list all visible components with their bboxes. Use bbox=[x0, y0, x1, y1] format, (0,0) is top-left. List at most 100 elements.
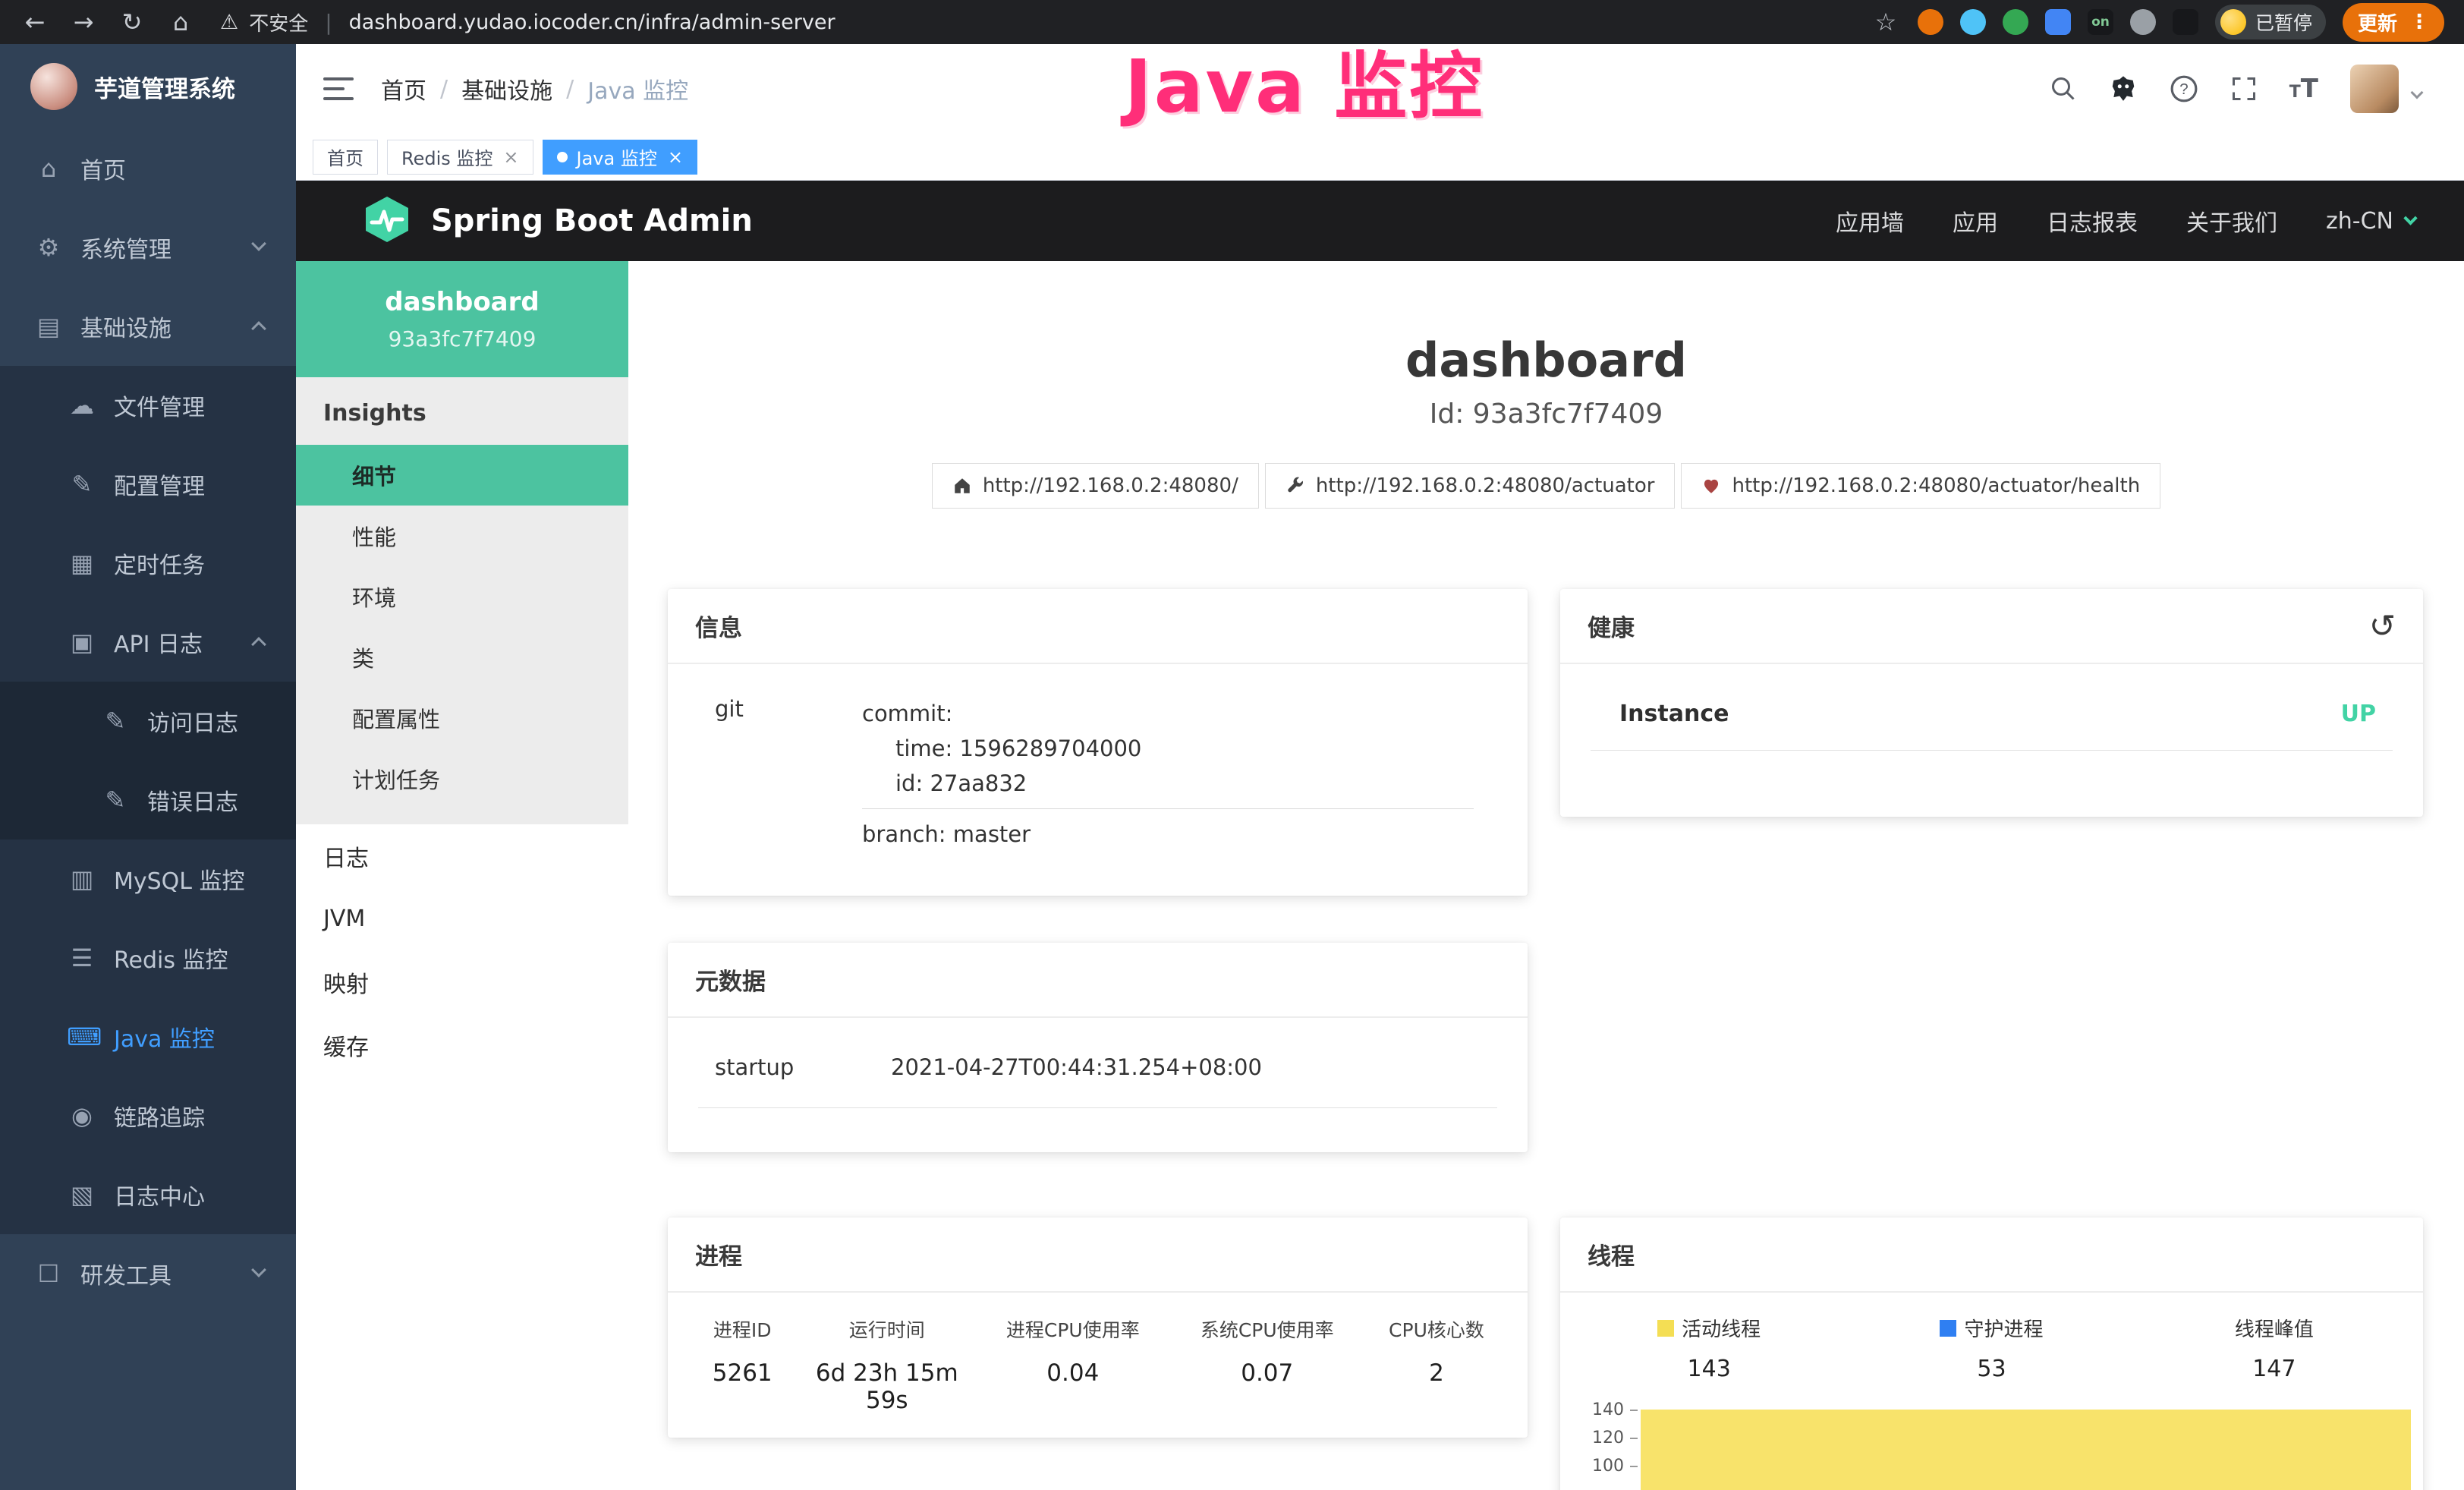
bookmark-star-icon[interactable]: ☆ bbox=[1871, 8, 1901, 36]
breadcrumb-separator: / bbox=[440, 76, 448, 102]
eye-icon: ◉ bbox=[67, 1101, 97, 1130]
address-bar[interactable]: ⚠ 不安全 | dashboard.yudao.iocoder.cn/infra… bbox=[220, 8, 835, 36]
extension-icon-on[interactable]: on bbox=[2088, 9, 2113, 35]
fullscreen-icon[interactable] bbox=[2230, 75, 2258, 102]
edit-icon: ✎ bbox=[67, 470, 97, 499]
home-icon[interactable]: ⌂ bbox=[165, 8, 196, 36]
search-icon[interactable] bbox=[2050, 75, 2077, 102]
health-card-header: 健康 ↺ bbox=[1560, 589, 2423, 664]
breadcrumb-home[interactable]: 首页 bbox=[381, 72, 426, 106]
sba-item-mappings[interactable]: 映射 bbox=[296, 950, 628, 1013]
sidebar-item-api-logs[interactable]: ▣ API 日志 bbox=[0, 603, 296, 682]
sba-nav-applications[interactable]: 应用 bbox=[1953, 204, 1998, 238]
sidebar-item-mysql-monitor[interactable]: ▥ MySQL 监控 bbox=[0, 840, 296, 918]
font-size-icon[interactable]: TT bbox=[2289, 74, 2318, 104]
git-branch: branch: master bbox=[862, 817, 1493, 852]
user-avatar[interactable] bbox=[2350, 65, 2399, 113]
col-value: 0.07 bbox=[1172, 1359, 1362, 1387]
tab-java-monitor[interactable]: Java 监控 × bbox=[543, 140, 697, 175]
sidebar-item-dev-tools[interactable]: ☐ 研发工具 bbox=[0, 1234, 296, 1313]
git-commit-label: commit: bbox=[862, 696, 1493, 731]
reload-icon[interactable]: ↻ bbox=[117, 8, 147, 36]
chevron-up-icon bbox=[251, 637, 266, 652]
sba-item-details[interactable]: 细节 bbox=[296, 445, 628, 506]
process-col-cpu-cores: CPU核心数 2 bbox=[1362, 1315, 1511, 1414]
breadcrumb: 首页 / 基础设施 / Java 监控 bbox=[381, 72, 688, 106]
instance-header[interactable]: dashboard 93a3fc7f7409 bbox=[296, 261, 628, 377]
sidebar-item-java-monitor[interactable]: ⌨ Java 监控 bbox=[0, 997, 296, 1076]
sidebar-item-log-center[interactable]: ▧ 日志中心 bbox=[0, 1155, 296, 1234]
tab-redis-monitor[interactable]: Redis 监控 × bbox=[387, 140, 533, 175]
insights-section-label: Insights bbox=[296, 377, 628, 445]
history-icon[interactable]: ↺ bbox=[2369, 610, 2396, 642]
legend-live-threads: 活动线程 143 bbox=[1568, 1314, 1850, 1382]
sidebar-item-label: 研发工具 bbox=[80, 1257, 172, 1290]
paused-label: 已暂停 bbox=[2255, 8, 2312, 36]
daemon-threads-swatch bbox=[1940, 1320, 1956, 1337]
help-icon[interactable]: ? bbox=[2170, 74, 2198, 103]
warning-icon: ⚠ bbox=[220, 11, 238, 34]
sba-nav-wallboard[interactable]: 应用墙 bbox=[1836, 204, 1904, 238]
sba-item-jvm[interactable]: JVM bbox=[296, 887, 628, 950]
profile-paused-badge[interactable]: 已暂停 bbox=[2215, 5, 2326, 39]
sba-item-performance[interactable]: 性能 bbox=[296, 506, 628, 566]
sba-item-environment[interactable]: 环境 bbox=[296, 566, 628, 627]
actuator-url-button[interactable]: http://192.168.0.2:48080/actuator bbox=[1265, 463, 1676, 509]
tab-home[interactable]: 首页 bbox=[313, 140, 378, 175]
info-key-git: git bbox=[703, 696, 862, 852]
service-url-button[interactable]: http://192.168.0.2:48080/ bbox=[932, 463, 1259, 509]
browser-update-button[interactable]: 更新 ⋮ bbox=[2343, 3, 2444, 42]
chevron-down-icon[interactable] bbox=[2411, 87, 2424, 99]
svg-text:?: ? bbox=[2179, 80, 2188, 98]
extension-icon-1[interactable] bbox=[1918, 9, 1943, 35]
sidebar-item-infrastructure[interactable]: ▤ 基础设施 bbox=[0, 287, 296, 366]
sba-item-caches[interactable]: 缓存 bbox=[296, 1013, 628, 1076]
instance-id: 93a3fc7f7409 bbox=[389, 326, 537, 351]
col-value: 0.04 bbox=[974, 1359, 1172, 1387]
col-value: 5261 bbox=[684, 1359, 800, 1387]
tags-view-bar: 首页 Redis 监控 × Java 监控 × bbox=[296, 134, 2464, 181]
sba-item-config-props[interactable]: 配置属性 bbox=[296, 688, 628, 748]
sidebar-item-tracing[interactable]: ◉ 链路追踪 bbox=[0, 1076, 296, 1155]
col-value: 6d 23h 15m 59s bbox=[800, 1359, 974, 1414]
sidebar-item-scheduled-tasks[interactable]: ▦ 定时任务 bbox=[0, 524, 296, 603]
extension-icon-4[interactable] bbox=[2045, 9, 2071, 35]
metadata-card: 元数据 startup 2021-04-27T00:44:31.254+08:0… bbox=[668, 943, 1528, 1152]
url-text[interactable]: dashboard.yudao.iocoder.cn/infra/admin-s… bbox=[349, 11, 835, 34]
sba-nav-about[interactable]: 关于我们 bbox=[2186, 204, 2277, 238]
extension-icon-3[interactable] bbox=[2003, 9, 2028, 35]
sba-item-classes[interactable]: 类 bbox=[296, 627, 628, 688]
extension-icon-5[interactable] bbox=[2130, 9, 2156, 35]
back-icon[interactable]: ← bbox=[20, 8, 50, 36]
forward-icon[interactable]: → bbox=[68, 8, 99, 36]
process-table: 进程ID 5261 运行时间 6d 23h 15m 59s 进程CPU使用率 0… bbox=[668, 1293, 1528, 1414]
health-url-button[interactable]: http://192.168.0.2:48080/actuator/health bbox=[1681, 463, 2160, 509]
sidebar-item-file-management[interactable]: ☁ 文件管理 bbox=[0, 366, 296, 445]
tab-label: Java 监控 bbox=[577, 143, 657, 170]
sidebar-item-access-logs[interactable]: ✎ 访问日志 bbox=[0, 682, 296, 761]
sba-brand[interactable]: Spring Boot Admin bbox=[363, 195, 753, 247]
menu-dots-icon[interactable]: ⋮ bbox=[2409, 11, 2429, 33]
security-label[interactable]: 不安全 bbox=[249, 8, 308, 36]
sba-header: Spring Boot Admin 应用墙 应用 日志报表 关于我们 zh-CN bbox=[296, 181, 2464, 261]
close-icon[interactable]: × bbox=[503, 146, 518, 168]
grid-icon: ▦ bbox=[67, 549, 97, 578]
sba-item-scheduled-tasks[interactable]: 计划任务 bbox=[296, 748, 628, 809]
sidebar-item-config-management[interactable]: ✎ 配置管理 bbox=[0, 445, 296, 524]
sba-nav-journal[interactable]: 日志报表 bbox=[2047, 204, 2138, 238]
sidebar-item-error-logs[interactable]: ✎ 错误日志 bbox=[0, 761, 296, 840]
language-selector[interactable]: zh-CN bbox=[2326, 208, 2415, 235]
extension-icon-6[interactable] bbox=[2173, 9, 2198, 35]
threads-legend: 活动线程 143 守护进程 53 线程峰值 147 bbox=[1560, 1293, 2423, 1382]
github-icon[interactable] bbox=[2109, 74, 2138, 103]
chevron-down-icon bbox=[251, 1262, 266, 1277]
sidebar-item-home[interactable]: ⌂ 首页 bbox=[0, 129, 296, 208]
sidebar-item-system-management[interactable]: ⚙ 系统管理 bbox=[0, 208, 296, 287]
extension-icon-2[interactable] bbox=[1960, 9, 1986, 35]
hamburger-icon[interactable] bbox=[323, 77, 354, 100]
breadcrumb-infrastructure[interactable]: 基础设施 bbox=[461, 72, 552, 106]
sba-item-logs[interactable]: 日志 bbox=[296, 824, 628, 887]
info-card-header: 信息 bbox=[668, 589, 1528, 664]
close-icon[interactable]: × bbox=[668, 146, 683, 168]
sidebar-item-redis-monitor[interactable]: ☰ Redis 监控 bbox=[0, 918, 296, 997]
